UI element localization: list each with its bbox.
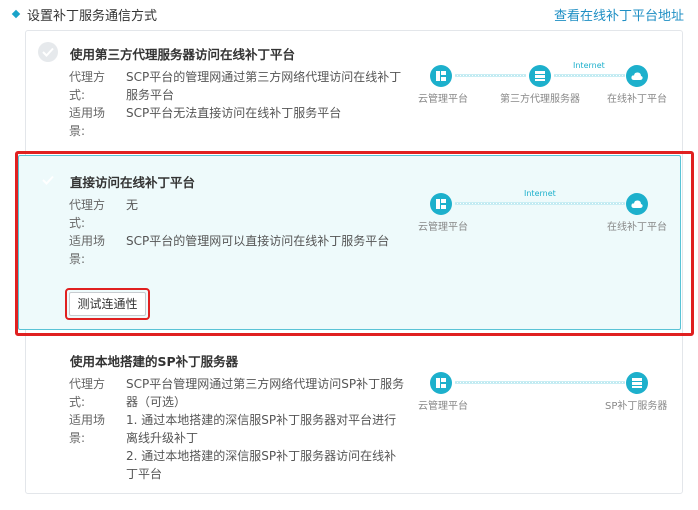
diamond-bullet-icon: [11, 9, 21, 19]
proxy-server-node-icon: [529, 65, 551, 87]
connection-line: [455, 74, 526, 77]
connection-line: [455, 202, 625, 205]
sp-server-node-icon: [626, 372, 648, 394]
scene-value: SCP平台的管理网可以直接访问在线补丁服务平台: [126, 234, 390, 248]
node-label: 在线补丁平台: [607, 94, 667, 105]
option-title: 使用第三方代理服务器访问在线补丁平台: [70, 47, 296, 62]
internet-label: Internet: [573, 61, 605, 70]
section-title: 设置补丁服务通信方式: [27, 9, 158, 24]
cloud-manager-node-icon: [430, 193, 452, 215]
node-label: 云管理平台: [418, 401, 468, 412]
node-label: 云管理平台: [418, 222, 468, 233]
scene-value-1: 1. 通过本地搭建的深信服SP补丁服务器对平台进行离线升级补丁: [126, 413, 397, 445]
connection-line: [455, 381, 625, 384]
proxy-mode-value: SCP平台管理网通过第三方网络代理访问SP补丁服务器（可选）: [126, 377, 405, 409]
connection-line: [554, 74, 625, 77]
scene-value: SCP平台无法直接访问在线补丁服务平台: [126, 106, 342, 120]
cloud-platform-node-icon: [626, 65, 648, 87]
node-label: SP补丁服务器: [605, 401, 668, 412]
proxy-mode-label: 代理方式:: [69, 377, 106, 409]
node-label: 在线补丁平台: [607, 222, 667, 233]
cloud-platform-node-icon: [626, 193, 648, 215]
proxy-mode-label: 代理方式:: [69, 70, 106, 102]
unchecked-circle-icon[interactable]: [38, 42, 58, 62]
scene-value-2: 2. 通过本地搭建的深信服SP补丁服务器访问在线补丁平台: [126, 449, 397, 481]
node-label: 第三方代理服务器: [500, 94, 580, 105]
cloud-manager-node-icon: [430, 372, 452, 394]
cloud-manager-node-icon: [430, 65, 452, 87]
internet-label: Internet: [524, 189, 556, 198]
scene-label: 适用场景:: [69, 106, 106, 138]
view-platform-address-link[interactable]: 查看在线补丁平台地址: [554, 5, 684, 24]
section-header: 设置补丁服务通信方式 查看在线补丁平台地址: [0, 0, 698, 28]
scene-label: 适用场景:: [69, 234, 106, 266]
proxy-mode-value: 无: [126, 198, 139, 212]
scene-label: 适用场景:: [69, 413, 106, 445]
option-title: 使用本地搭建的SP补丁服务器: [70, 354, 239, 369]
proxy-mode-value: SCP平台的管理网通过第三方网络代理访问在线补丁服务平台: [126, 70, 402, 102]
proxy-mode-label: 代理方式:: [69, 198, 106, 230]
node-label: 云管理平台: [418, 94, 468, 105]
button-highlight-outline: [65, 288, 150, 320]
option-title: 直接访问在线补丁平台: [70, 175, 196, 190]
